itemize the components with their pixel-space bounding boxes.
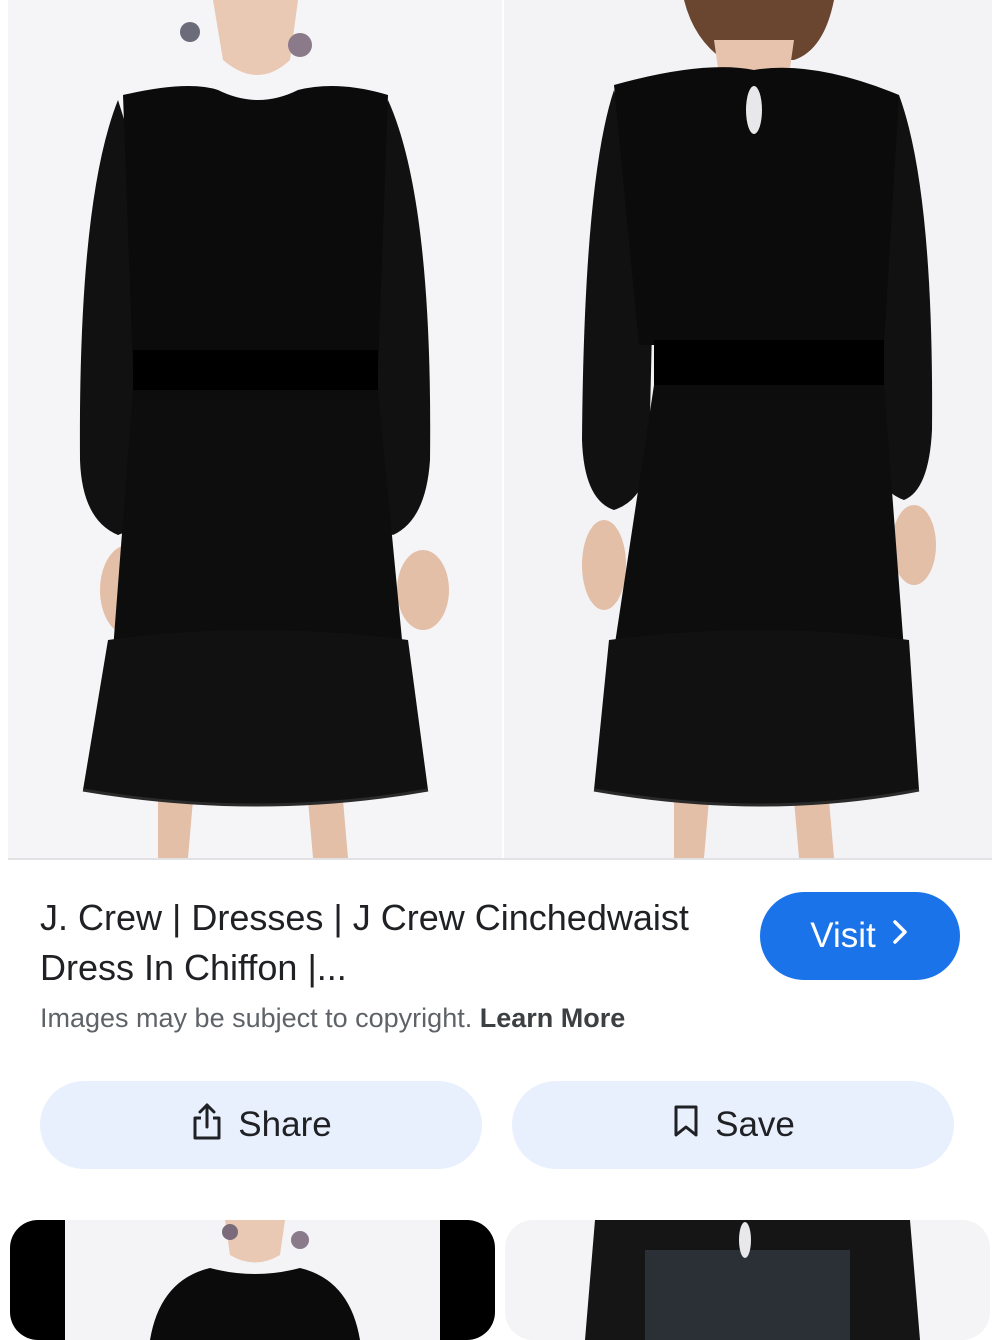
chevron-right-icon (890, 916, 910, 955)
share-button-label: Share (238, 1105, 332, 1144)
dress-back-illustration (582, 0, 936, 858)
copyright-notice: Images may be subject to copyright. Lear… (40, 1003, 625, 1034)
copyright-text: Images may be subject to copyright. (40, 1003, 473, 1033)
product-image[interactable] (8, 0, 992, 860)
dress-front-view (8, 0, 504, 858)
bookmark-icon (671, 1103, 701, 1148)
related-dress-front (65, 1220, 440, 1340)
share-icon (190, 1101, 224, 1150)
visit-button[interactable]: Visit (760, 892, 960, 980)
share-button[interactable]: Share (40, 1081, 482, 1169)
dress-back-view (504, 0, 992, 858)
related-dress-back (585, 1220, 920, 1340)
dress-front-illustration (79, 0, 449, 858)
related-image-2[interactable] (505, 1220, 990, 1340)
related-image-1[interactable] (10, 1220, 495, 1340)
save-button-label: Save (715, 1105, 795, 1144)
save-button[interactable]: Save (512, 1081, 954, 1169)
result-title[interactable]: J. Crew | Dresses | J Crew Cinchedwaist … (40, 893, 700, 993)
visit-button-label: Visit (810, 916, 876, 955)
learn-more-link[interactable]: Learn More (480, 1003, 626, 1033)
